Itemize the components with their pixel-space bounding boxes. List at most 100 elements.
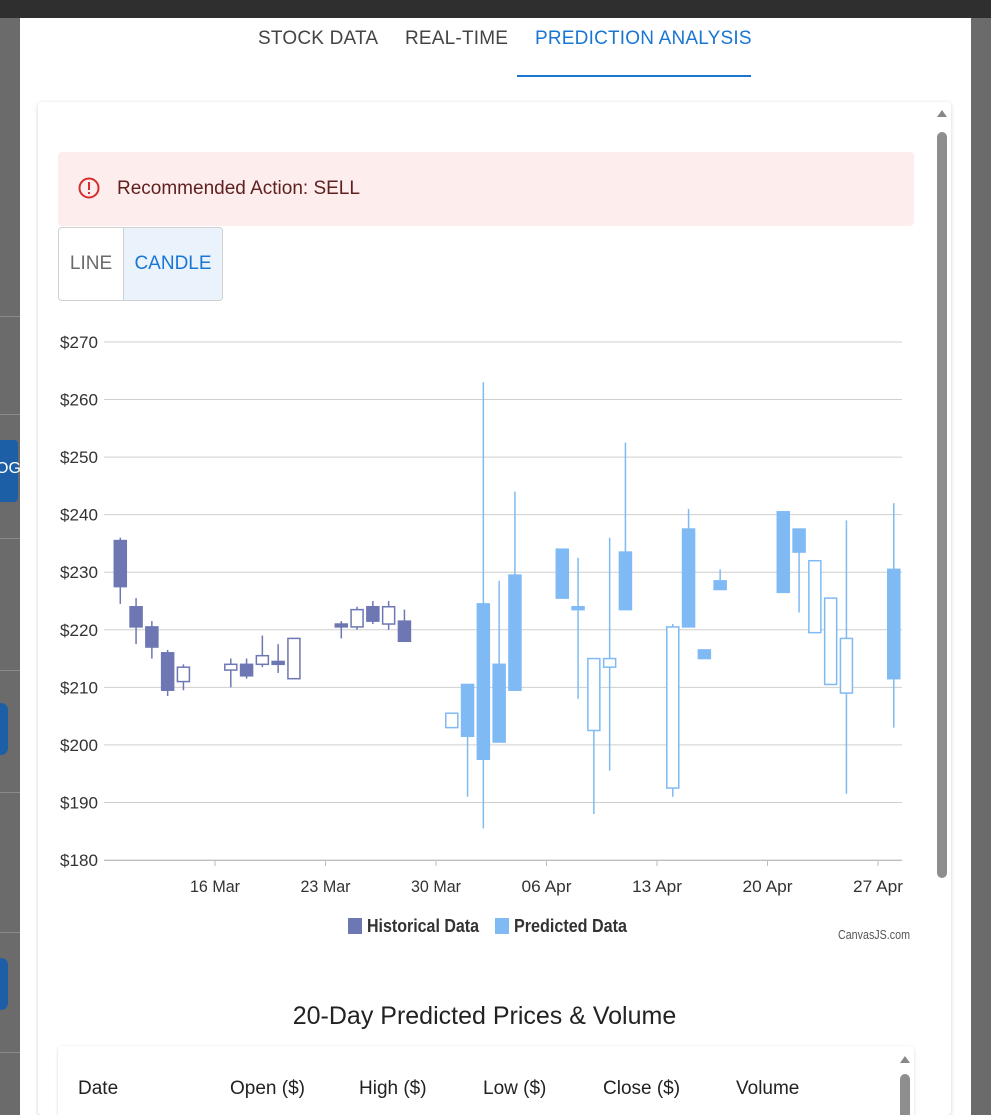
historical-candle [129,598,143,645]
historical-candle [397,609,412,643]
candle-body [571,606,585,611]
candle-body [176,666,191,683]
x-tick-label: 20 Apr [743,877,793,896]
y-tick-label: $240 [60,506,98,525]
predicted-candle [666,624,680,797]
candle-body [160,652,175,691]
candle-body [381,606,396,625]
tab-stock-data[interactable]: STOCK DATA [258,28,378,50]
background-divider [0,792,22,793]
predicted-candle [476,382,491,829]
tab-bar: STOCK DATA REAL-TIME PREDICTION ANALYSIS [20,18,971,78]
candle-body [460,683,475,738]
candle-body [602,657,617,668]
predicted-candle [508,491,522,691]
top-strip [0,0,991,18]
candle-body [492,663,506,743]
candle-body [887,568,901,680]
candle-body [239,663,254,677]
background-divider [0,316,22,317]
scroll-up-arrow-icon[interactable] [937,110,947,117]
legend-swatch [495,918,509,934]
predicted-candle [776,511,791,594]
candle-body [476,603,491,761]
candle-body [792,528,806,553]
background-divider [0,1052,22,1053]
predicted-candle [445,712,459,729]
analysis-card: Recommended Action: SELL LINE CANDLE $27… [38,102,951,1115]
table-scrollbar-thumb[interactable] [900,1074,910,1115]
legend-swatch [348,918,362,934]
candle-body [776,511,791,594]
historical-candle [239,658,254,679]
y-tick-label: $180 [60,851,98,870]
candle-body [823,597,838,686]
background-divider [0,670,22,671]
predictions-table: Date Open ($) High ($) Low ($) Close ($)… [58,1046,914,1115]
historical-candle [381,601,396,630]
candle-body [255,654,270,666]
candle-body [224,663,238,671]
predicted-candle [571,557,585,699]
table-title: 20-Day Predicted Prices & Volume [292,1002,677,1030]
predicted-candle [587,657,601,814]
predicted-candle [823,597,838,686]
historical-candle [224,658,238,688]
x-tick-label: 06 Apr [522,877,572,896]
legend-label: Historical Data [367,916,480,936]
y-tick-label: $230 [60,563,98,582]
historical-candle [271,644,285,673]
candle-body [555,548,570,599]
historical-candle [287,637,301,680]
predicted-candle [808,559,822,634]
candle-body [618,551,633,611]
predicted-candle [618,442,633,611]
historical-candle [255,635,270,668]
candle-body [271,660,285,666]
prediction-dialog: STOCK DATA REAL-TIME PREDICTION ANALYSIS… [20,18,971,1115]
background-divider [0,538,22,539]
column-header-high: High ($) [359,1078,427,1099]
candle-body [445,712,459,729]
candle-body [839,637,854,694]
y-tick-label: $250 [60,448,98,467]
predicted-candle [839,520,854,794]
column-header-volume: Volume [736,1078,800,1099]
chart-credit: CanvasJS.com [838,927,910,942]
candle-body [287,637,301,680]
x-tick-label: 16 Mar [190,877,240,896]
candle-body [334,623,349,628]
column-header-open: Open ($) [230,1078,305,1099]
column-header-low: Low ($) [483,1078,547,1099]
predicted-candle [460,683,475,797]
predicted-candle [555,548,570,599]
candle-body [129,606,143,628]
tab-prediction-analysis[interactable]: PREDICTION ANALYSIS [535,28,752,50]
column-header-date: Date [78,1078,119,1099]
candle-body [666,626,680,789]
table-scroll-up-arrow-icon[interactable] [900,1056,910,1063]
predicted-candle [697,649,712,660]
x-tick-label: 27 Apr [853,877,903,896]
background-button [0,703,8,755]
historical-candle [366,601,380,625]
tab-indicator [517,75,751,77]
historical-candle [350,606,364,630]
card-scrollbar[interactable] [935,108,949,1108]
candle-body [808,559,822,634]
background-button: OG [0,440,21,502]
background-button [0,958,8,1010]
background-divider [0,932,22,933]
background-button-label: OG [0,460,21,477]
candle-body [350,608,364,628]
legend-label: Predicted Data [514,916,628,936]
scrollbar-thumb[interactable] [937,132,947,878]
y-tick-label: $190 [60,793,98,812]
predicted-candle [681,508,696,628]
predicted-candle [887,503,901,728]
y-tick-label: $270 [60,333,98,352]
x-tick-label: 13 Apr [632,877,682,896]
tab-real-time[interactable]: REAL-TIME [405,28,508,50]
candle-body [713,580,727,591]
historical-candle [176,664,191,691]
